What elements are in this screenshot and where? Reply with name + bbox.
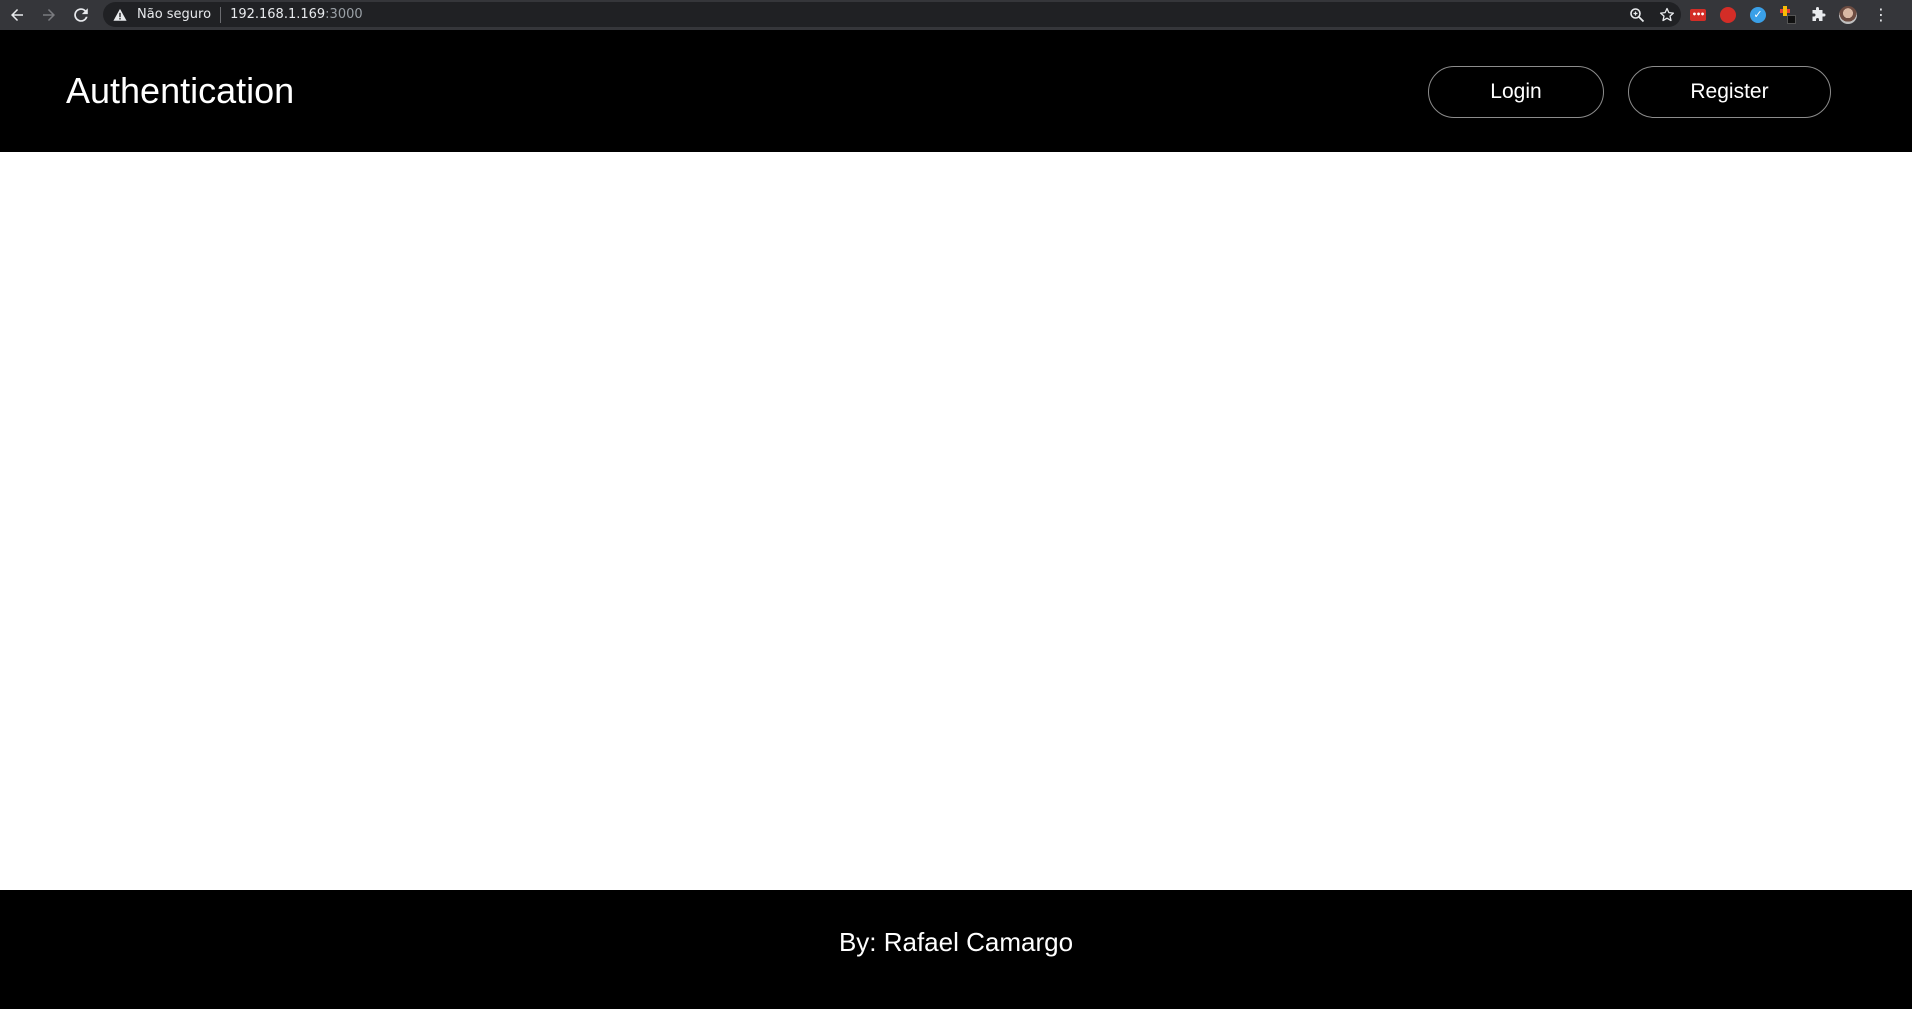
- app-title: Authentication: [66, 70, 295, 111]
- warning-icon[interactable]: [113, 7, 129, 23]
- security-status-label[interactable]: Não seguro: [137, 7, 211, 22]
- zoom-icon[interactable]: [1629, 7, 1645, 23]
- forward-arrow-icon: [43, 9, 55, 21]
- browser-toolbar: Não seguro 192.168.1.169:3000 ••• ✓ ⋮: [0, 0, 1912, 30]
- kebab-menu-icon[interactable]: ⋮: [1869, 6, 1889, 24]
- address-bar-actions: [1629, 2, 1675, 27]
- register-button[interactable]: Register: [1628, 66, 1831, 118]
- color-extension-icon[interactable]: [1779, 6, 1797, 24]
- back-button[interactable]: [1, 0, 33, 30]
- extensions-tray: ••• ✓ ⋮: [1689, 0, 1889, 30]
- adblock-extension-icon[interactable]: [1719, 6, 1737, 24]
- puzzle-icon[interactable]: [1809, 6, 1827, 24]
- password-manager-extension-icon[interactable]: •••: [1689, 6, 1707, 24]
- url-port[interactable]: :3000: [325, 7, 362, 22]
- login-button[interactable]: Login: [1428, 66, 1604, 118]
- star-icon[interactable]: [1659, 7, 1675, 23]
- back-arrow-icon: [11, 9, 23, 21]
- address-divider: [220, 6, 222, 23]
- forward-button[interactable]: [33, 0, 65, 30]
- blue-check-extension-icon[interactable]: ✓: [1749, 6, 1767, 24]
- profile-avatar[interactable]: [1839, 6, 1857, 24]
- main-content: [0, 152, 1912, 890]
- app-header: Authentication Login Register: [0, 30, 1912, 152]
- app-footer: By: Rafael Camargo: [0, 890, 1912, 1009]
- address-bar[interactable]: Não seguro 192.168.1.169:3000: [103, 2, 1681, 27]
- url-host[interactable]: 192.168.1.169: [230, 7, 325, 22]
- footer-credit: By: Rafael Camargo: [838, 927, 1074, 957]
- reload-button[interactable]: [65, 0, 97, 30]
- reload-icon: [74, 8, 88, 22]
